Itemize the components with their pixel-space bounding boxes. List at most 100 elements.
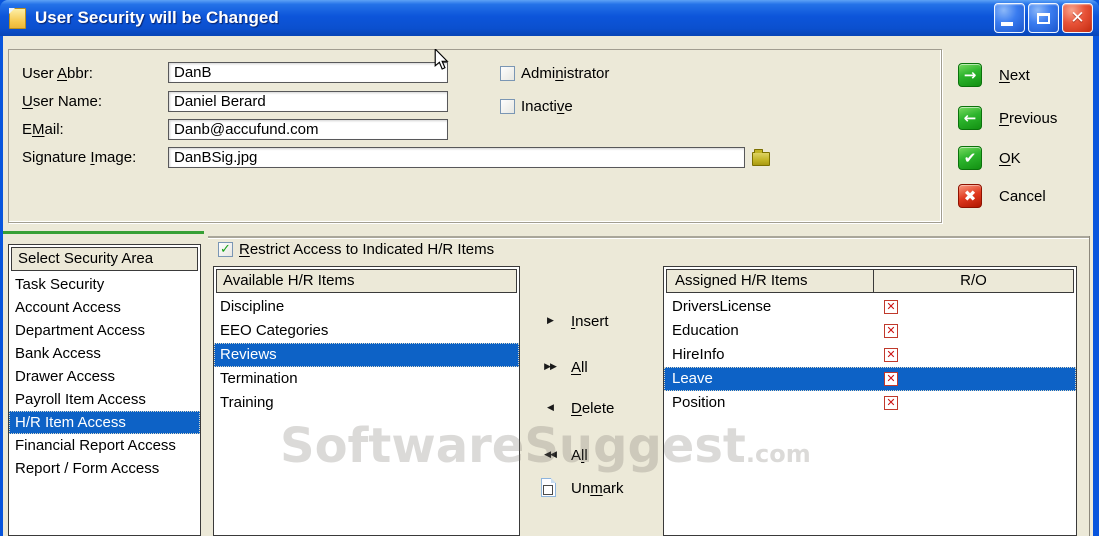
security-area-item[interactable]: Bank Access xyxy=(9,342,200,365)
insert-all-label: All xyxy=(571,358,588,376)
ro-cell: ✕ xyxy=(872,391,1076,415)
section-separator xyxy=(208,236,1090,239)
available-item[interactable]: Discipline xyxy=(214,295,519,319)
available-item[interactable]: Termination xyxy=(214,367,519,391)
security-area-item[interactable]: H/R Item Access xyxy=(9,411,200,434)
readonly-x-checkbox[interactable]: ✕ xyxy=(884,300,898,314)
green-divider xyxy=(3,231,204,234)
assigned-item[interactable]: Education ✕ xyxy=(664,319,1076,343)
available-item[interactable]: Reviews xyxy=(214,343,519,367)
previous-button[interactable]: ← Previous xyxy=(958,106,1057,130)
restrict-access-label: Restrict Access to Indicated H/R Items xyxy=(239,241,495,258)
user-info-group xyxy=(8,49,942,223)
previous-label: Previous xyxy=(999,109,1058,127)
list-item-label: HireInfo xyxy=(672,346,725,363)
readonly-x-checkbox[interactable]: ✕ xyxy=(884,396,898,410)
insert-all-button[interactable]: ▶▶ All xyxy=(537,355,588,379)
restrict-access-checkbox[interactable]: ✓ Restrict Access to Indicated H/R Items xyxy=(218,242,494,258)
insert-button[interactable]: ▶ Insert xyxy=(537,309,609,333)
readonly-x-checkbox[interactable]: ✕ xyxy=(884,324,898,338)
ro-column-header[interactable]: R/O xyxy=(873,269,1074,293)
list-item-label: Education xyxy=(672,322,739,339)
close-button[interactable]: ✕ xyxy=(1062,3,1093,33)
administrator-checkbox[interactable]: Administrator xyxy=(500,66,609,82)
cancel-button[interactable]: ✖ Cancel xyxy=(958,184,1046,208)
minimize-button[interactable] xyxy=(994,3,1025,33)
list-item-label: Reviews xyxy=(220,346,277,363)
double-triangle-right-icon: ▶▶ xyxy=(544,362,557,372)
delete-all-button[interactable]: ◀◀ All xyxy=(537,443,588,467)
maximize-button[interactable] xyxy=(1028,3,1059,33)
available-items-list: Available H/R Items Discipline EEO Catego… xyxy=(213,266,520,536)
cancel-label: Cancel xyxy=(999,187,1046,205)
checkbox-checked-icon: ✓ xyxy=(218,242,233,257)
signature-image-label: Signature Image: xyxy=(22,149,137,166)
folder-icon xyxy=(752,149,770,166)
next-button[interactable]: → Next xyxy=(958,63,1030,87)
user-abbr-label: User Abbr: xyxy=(22,65,93,82)
ro-cell: ✕ xyxy=(872,367,1076,391)
list-item-label: Bank Access xyxy=(15,345,101,362)
title-bar[interactable]: User Security will be Changed ✕ xyxy=(0,0,1099,36)
list-item-label: Report / Form Access xyxy=(15,460,160,477)
list-item-label: Termination xyxy=(220,370,298,387)
ok-button[interactable]: ✔ OK xyxy=(958,146,1021,170)
available-item[interactable]: EEO Categories xyxy=(214,319,519,343)
checkbox-unchecked-icon xyxy=(500,66,515,81)
user-name-label: User Name: xyxy=(22,93,103,110)
security-area-item[interactable]: Task Security xyxy=(9,273,200,296)
ro-cell: ✕ xyxy=(872,343,1076,367)
list-item-label: EEO Categories xyxy=(220,322,329,339)
triangle-right-icon: ▶ xyxy=(547,316,554,326)
panel-right-edge xyxy=(1089,236,1090,536)
assigned-item[interactable]: Position ✕ xyxy=(664,391,1076,415)
administrator-label: Administrator xyxy=(521,65,610,82)
assigned-items-table: Assigned H/R Items R/O DriversLicense ✕ Ed… xyxy=(663,266,1077,536)
security-area-item[interactable]: Drawer Access xyxy=(9,365,200,388)
email-input[interactable] xyxy=(168,119,448,140)
list-item-label: DriversLicense xyxy=(672,298,772,315)
assigned-item[interactable]: DriversLicense ✕ xyxy=(664,295,1076,319)
list-item-label: Training xyxy=(220,394,274,411)
list-item-label: Drawer Access xyxy=(15,368,116,385)
delete-button[interactable]: ◀ Delete xyxy=(537,396,614,420)
readonly-x-checkbox[interactable]: ✕ xyxy=(884,372,898,386)
list-item-label: Financial Report Access xyxy=(15,437,176,454)
window-title: User Security will be Changed xyxy=(35,8,279,27)
delete-label: Delete xyxy=(571,399,615,417)
security-area-list: Select Security Area Task Security Accoun… xyxy=(8,244,201,536)
browse-signature-button[interactable] xyxy=(752,149,772,166)
ro-cell: ✕ xyxy=(872,319,1076,343)
available-item[interactable]: Training xyxy=(214,391,519,415)
security-area-item[interactable]: Account Access xyxy=(9,296,200,319)
assigned-item[interactable]: Leave ✕ xyxy=(664,367,1076,391)
arrow-right-icon: → xyxy=(958,63,982,87)
maximize-icon xyxy=(1037,12,1050,24)
user-name-input[interactable] xyxy=(168,91,448,112)
security-area-item[interactable]: Payroll Item Access xyxy=(9,388,200,411)
insert-label: Insert xyxy=(571,312,609,330)
list-item-label: Leave xyxy=(672,370,713,387)
list-item-label: Payroll Item Access xyxy=(15,391,146,408)
security-area-item[interactable]: Report / Form Access xyxy=(9,457,200,480)
close-icon: ✕ xyxy=(1070,8,1085,28)
security-area-header: Select Security Area xyxy=(11,247,198,271)
check-icon: ✔ xyxy=(958,146,982,170)
inactive-checkbox[interactable]: Inactive xyxy=(500,99,573,115)
delete-all-label: All xyxy=(571,446,588,464)
signature-image-input[interactable] xyxy=(168,147,745,168)
list-item-label: Department Access xyxy=(15,322,146,339)
user-abbr-input[interactable] xyxy=(168,62,448,83)
dialog-body: User Abbr: User Name: EMail: Signature I… xyxy=(3,36,1093,536)
user-security-dialog: User Security will be Changed ✕ User Abb… xyxy=(0,0,1099,536)
readonly-x-checkbox[interactable]: ✕ xyxy=(884,348,898,362)
assigned-items-column-header[interactable]: Assigned H/R Items xyxy=(666,269,874,293)
list-item-label: Position xyxy=(672,394,726,411)
assigned-table-header: Assigned H/R Items R/O xyxy=(666,269,1074,293)
assigned-item[interactable]: HireInfo ✕ xyxy=(664,343,1076,367)
security-area-item[interactable]: Department Access xyxy=(9,319,200,342)
document-icon xyxy=(9,7,26,29)
unmark-button[interactable]: Unmark xyxy=(537,476,624,500)
security-area-item[interactable]: Financial Report Access xyxy=(9,434,200,457)
window-controls: ✕ xyxy=(994,3,1093,33)
